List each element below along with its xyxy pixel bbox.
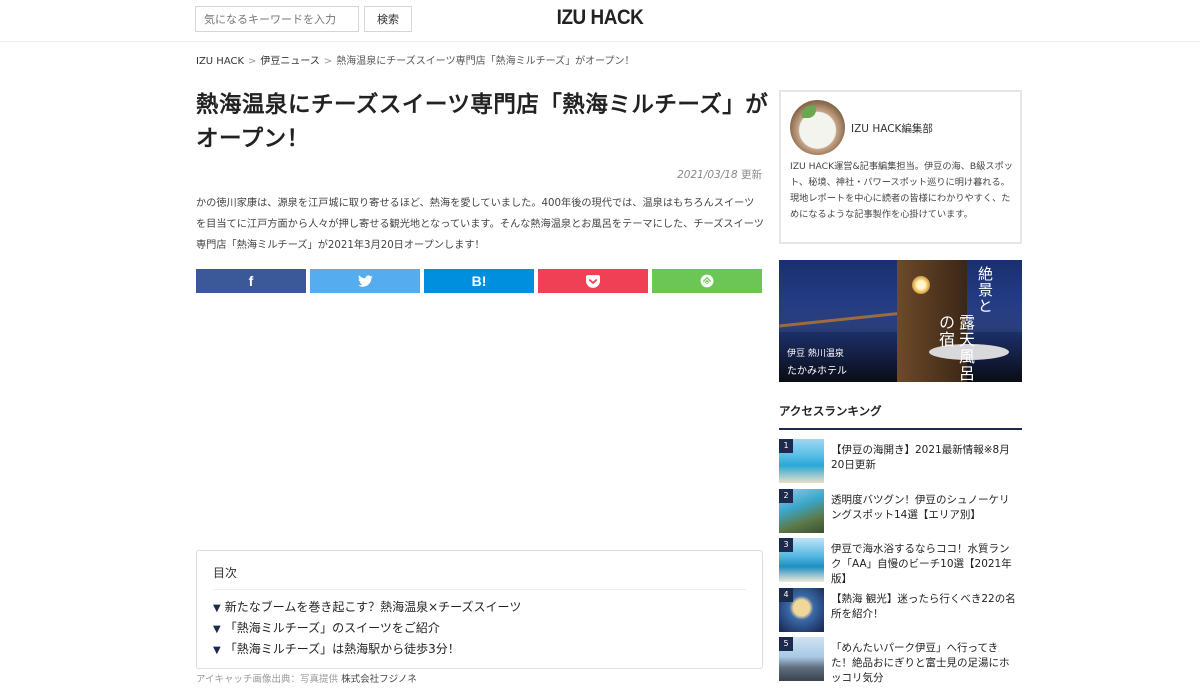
author-name[interactable]: IZU HACK編集部 <box>851 121 933 136</box>
author-profile: IZU HACK編集部 IZU HACK運営&記事編集担当。伊豆の海、B級スポッ… <box>779 90 1022 244</box>
rank-number: 1 <box>779 439 793 453</box>
credit-source: 株式会社フジノネ <box>341 674 417 685</box>
breadcrumb-current: 熱海温泉にチーズスイーツ専門店「熱海ミルチーズ」がオープン！ <box>336 56 635 67</box>
feedly-follow-button[interactable] <box>652 269 762 293</box>
search-button[interactable]: 検索 <box>364 6 412 32</box>
author-description: IZU HACK運営&記事編集担当。伊豆の海、B級スポット、秘境、神社・パワース… <box>790 161 1013 220</box>
site-logo[interactable]: IZU HACK <box>537 6 663 30</box>
article-title: 熱海温泉にチーズスイーツ専門店「熱海ミルチーズ」がオープン！ <box>196 92 769 152</box>
ranking-title[interactable]: 伊豆で海水浴するならココ！水質ランク「AA」自慢のビーチ10選【2021年版】 <box>831 542 1019 587</box>
toc-list: ▼ 新たなブームを巻き起こす？熱海温泉×チーズスイーツ ▼ 「熱海ミルチーズ」のスイ… <box>213 597 521 660</box>
ranking-title[interactable]: 【熱海 観光】迷ったら行くべき22の名所を紹介！ <box>831 592 1019 622</box>
breadcrumb-home[interactable]: IZU HACK <box>196 56 244 67</box>
ranking-title[interactable]: 【伊豆の海開き】2021最新情報※8月20日更新 <box>831 443 1019 473</box>
breadcrumb-separator: > <box>248 56 257 67</box>
credit-label: アイキャッチ画像出典：写真提供 <box>196 674 339 685</box>
pocket-share-button[interactable] <box>538 269 648 293</box>
ranking-title[interactable]: 「めんたいパーク伊豆」へ行ってきた！絶品おにぎりと富士見の足湯にホッコリ気分 <box>831 641 1019 686</box>
article-date: 2021/03/18 更新 <box>560 167 762 182</box>
toc-item[interactable]: ▼ 「熱海ミルチーズ」は熱海駅から徒歩3分！ <box>213 639 521 660</box>
article-lead: かの徳川家康は、源泉を江戸城に取り寄せるほど、熱海を愛していました。400年後の… <box>196 198 764 251</box>
lamp-icon <box>912 276 930 294</box>
feedly-icon <box>700 274 714 288</box>
share-bar: f B! <box>196 269 762 293</box>
banner-vertical-text: 絶景と <box>976 266 994 314</box>
banner-location: 伊豆 熱川温泉 <box>787 349 844 359</box>
rank-number: 3 <box>779 538 793 552</box>
ranking-title[interactable]: 透明度バツグン！伊豆のシュノーケリングスポット14選【エリア別】 <box>831 493 1019 523</box>
toc-item[interactable]: ▼ 「熱海ミルチーズ」のスイーツをご紹介 <box>213 618 521 639</box>
search-input[interactable] <box>195 6 359 32</box>
update-date: 2021/03/18 <box>677 169 738 181</box>
rank-number: 5 <box>779 637 793 651</box>
ranking-heading: アクセスランキング <box>779 403 1022 430</box>
toc-divider <box>213 589 746 590</box>
facebook-share-button[interactable]: f <box>196 269 306 293</box>
hatena-bookmark-button[interactable]: B! <box>424 269 534 293</box>
rank-number: 2 <box>779 488 793 503</box>
toc-title: 目次 <box>213 566 238 580</box>
ranking-item[interactable]: 5 「めんたいパーク伊豆」へ行ってきた！絶品おにぎりと富士見の足湯にホッコリ気分 <box>779 635 1022 685</box>
triangle-down-icon: ▼ <box>213 603 221 614</box>
ranking-item[interactable]: 2 透明度バツグン！伊豆のシュノーケリングスポット14選【エリア別】 <box>779 487 1022 537</box>
hatena-icon: B! <box>471 273 487 289</box>
toc-item-label: 新たなブームを巻き起こす？熱海温泉×チーズスイーツ <box>224 600 522 614</box>
ranking-item[interactable]: 4 【熱海 観光】迷ったら行くべき22の名所を紹介！ <box>779 586 1022 636</box>
facebook-icon: f <box>248 273 254 289</box>
banner-rail <box>779 311 904 328</box>
ranking-list: 1 【伊豆の海開き】2021最新情報※8月20日更新 2 透明度バツグン！伊豆の… <box>779 437 1022 685</box>
hotel-banner[interactable]: 絶景と 露天風呂の宿 伊豆 熱川温泉 たかみホテル <box>779 260 1022 382</box>
banner-hotel-name: たかみホテル <box>787 366 847 377</box>
twitter-share-button[interactable] <box>310 269 420 293</box>
avatar <box>790 100 845 155</box>
leaf-icon <box>802 106 816 118</box>
twitter-icon <box>357 274 373 287</box>
breadcrumb-separator: > <box>323 56 333 67</box>
image-credit: アイキャッチ画像出典：写真提供 株式会社フジノネ <box>196 671 417 685</box>
ranking-item[interactable]: 1 【伊豆の海開き】2021最新情報※8月20日更新 <box>779 437 1022 487</box>
toc-item-label: 「熱海ミルチーズ」は熱海駅から徒歩3分！ <box>224 642 460 656</box>
table-of-contents: 目次 ▼ 新たなブームを巻き起こす？熱海温泉×チーズスイーツ ▼ 「熱海ミルチーズ」… <box>196 550 763 669</box>
triangle-down-icon: ▼ <box>213 624 221 635</box>
triangle-down-icon: ▼ <box>213 645 221 656</box>
breadcrumb-category[interactable]: 伊豆ニュース <box>260 56 320 67</box>
toc-item[interactable]: ▼ 新たなブームを巻き起こす？熱海温泉×チーズスイーツ <box>213 597 521 618</box>
breadcrumb: IZU HACK > 伊豆ニュース > 熱海温泉にチーズスイーツ専門店「熱海ミルチーズ」… <box>196 52 635 67</box>
toc-item-label: 「熱海ミルチーズ」のスイーツをご紹介 <box>224 621 440 635</box>
pocket-icon <box>586 274 600 288</box>
site-header: 検索 IZU HACK <box>0 0 1200 42</box>
banner-vertical-text: 露天風呂の宿 <box>936 314 975 382</box>
rank-number: 4 <box>779 587 793 602</box>
ranking-item[interactable]: 3 伊豆で海水浴するならココ！水質ランク「AA」自慢のビーチ10選【2021年版… <box>779 536 1022 586</box>
update-label: 更新 <box>741 169 762 181</box>
